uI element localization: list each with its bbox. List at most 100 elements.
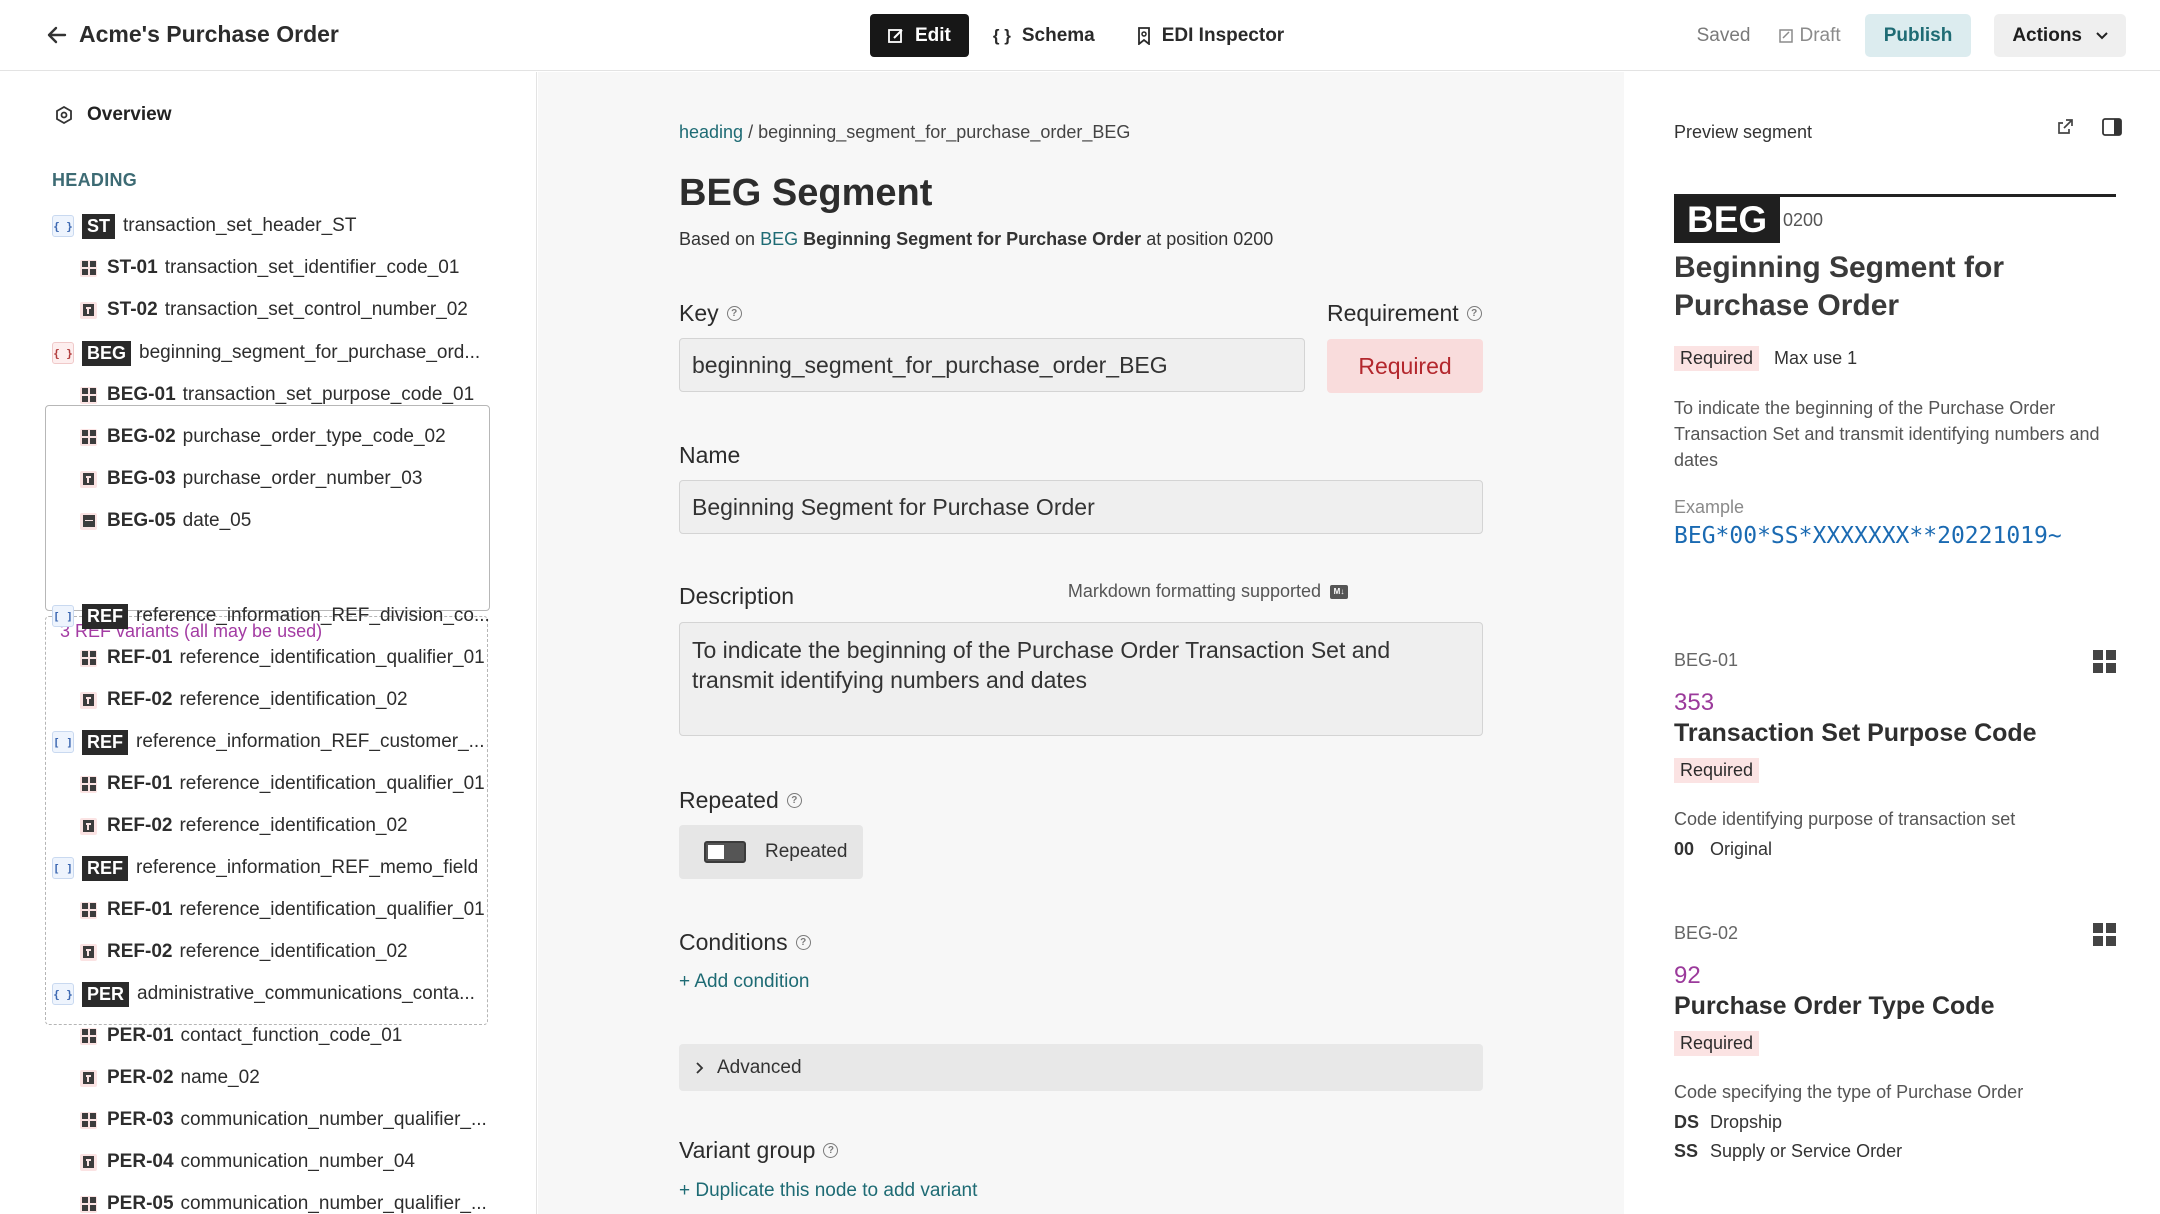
tree-row-label: reference_identification_qualifier_01 xyxy=(179,773,485,794)
description-textarea[interactable]: To indicate the beginning of the Purchas… xyxy=(679,622,1483,736)
tree-element-ref-01[interactable]: REF-01 reference_identification_qualifier… xyxy=(80,643,485,673)
help-icon[interactable]: ? xyxy=(726,306,742,321)
element-id: BEG-02 xyxy=(107,426,176,447)
tree-segment-st[interactable]: { } ST transaction_set_header_ST xyxy=(52,211,356,241)
tree-element-per-02[interactable]: PER-02 name_02 xyxy=(80,1063,260,1093)
advanced-section-toggle[interactable]: Advanced xyxy=(679,1044,1483,1091)
max-use-label: Max use 1 xyxy=(1774,348,1858,368)
tree-row-label: reference_information_REF_memo_field xyxy=(136,857,479,878)
tree-element-beg-01[interactable]: BEG-01 transaction_set_purpose_code_01 xyxy=(80,380,474,410)
tree-element-per-01[interactable]: PER-01 contact_function_code_01 xyxy=(80,1021,402,1051)
preview-element-beg-01: BEG-01 353 Transaction Set Purpose Code … xyxy=(1674,650,2116,859)
tree-element-ref-01[interactable]: REF-01 reference_identification_qualifier… xyxy=(80,769,485,799)
repeated-toggle[interactable]: Repeated xyxy=(679,825,863,879)
draft-indicator: Draft xyxy=(1778,24,1841,47)
tree-element-ref-01[interactable]: REF-01 reference_identification_qualifier… xyxy=(80,895,485,925)
actions-menu-button[interactable]: Actions xyxy=(1994,14,2126,57)
add-condition-link[interactable]: + Add condition xyxy=(679,971,809,993)
code-list-icon xyxy=(80,1111,97,1129)
tree-element-beg-05[interactable]: BEG-05 date_05 xyxy=(80,506,251,536)
segment-tag: REF xyxy=(82,729,128,755)
element-id: PER-01 xyxy=(107,1025,174,1046)
toggle-panel-icon[interactable] xyxy=(2102,118,2122,136)
requirement-label: Requirement ? xyxy=(1327,300,1482,327)
element-title: Purchase Order Type Code xyxy=(1674,992,1995,1020)
tab-edit-label: Edit xyxy=(915,24,951,46)
tree-row-label: reference_identification_02 xyxy=(179,815,408,836)
name-input[interactable]: Beginning Segment for Purchase Order xyxy=(679,480,1483,534)
help-icon[interactable]: ? xyxy=(823,1143,839,1158)
toggle-switch[interactable] xyxy=(704,841,746,863)
saved-status: Saved xyxy=(1696,24,1751,46)
brackets-icon: [ ] xyxy=(52,857,74,879)
element-id: PER-05 xyxy=(107,1193,174,1214)
tab-edit[interactable]: Edit xyxy=(870,14,969,57)
element-id: REF-02 xyxy=(107,941,173,962)
tree-loop-ref[interactable]: [ ] REF reference_information_REF_division… xyxy=(52,601,490,631)
tree-element-beg-02[interactable]: BEG-02 purchase_order_type_code_02 xyxy=(80,422,446,452)
breadcrumb-link-heading[interactable]: heading xyxy=(679,122,743,142)
help-icon[interactable]: ? xyxy=(1466,306,1482,321)
required-badge: Required xyxy=(1674,1031,1760,1056)
tree-row-label: transaction_set_identifier_code_01 xyxy=(164,257,460,278)
page-title: Acme's Purchase Order xyxy=(79,21,339,47)
code-list-icon xyxy=(80,386,97,404)
code-list-icon xyxy=(80,901,97,919)
required-badge: Required xyxy=(1674,346,1760,371)
tab-edi-inspector[interactable]: EDI Inspector xyxy=(1119,14,1302,57)
tree-row-label: reference_identification_02 xyxy=(179,689,408,710)
tree-row-label: name_02 xyxy=(180,1067,260,1088)
based-prefix: Based on xyxy=(679,229,756,249)
tree-row-label: transaction_set_header_ST xyxy=(123,215,357,236)
edit-icon xyxy=(888,28,904,44)
option-label: Original xyxy=(1710,839,1773,859)
tree-element-per-03[interactable]: PER-03 communication_number_qualifier_... xyxy=(80,1105,487,1135)
name-label: Name xyxy=(679,442,740,469)
external-link-icon[interactable] xyxy=(2057,118,2074,136)
tree-element-per-05[interactable]: PER-05 communication_number_qualifier_... xyxy=(80,1189,487,1214)
tree-row-label: reference_identification_qualifier_01 xyxy=(179,647,485,668)
key-label-text: Key xyxy=(679,300,719,326)
tree-element-beg-03[interactable]: BEG-03 purchase_order_number_03 xyxy=(80,464,422,494)
requirement-select[interactable]: Required xyxy=(1327,339,1483,393)
name-label-text: Name xyxy=(679,442,741,468)
tree-segment-beg[interactable]: { } BEG beginning_segment_for_purchase_ord… xyxy=(52,338,480,368)
overview-link[interactable]: Overview xyxy=(55,104,172,126)
help-icon[interactable]: ? xyxy=(786,793,802,808)
conditions-label: Conditions ? xyxy=(679,929,811,956)
description-label: Description xyxy=(679,583,794,610)
element-id: PER-02 xyxy=(107,1067,174,1088)
preview-label: Preview segment xyxy=(1674,122,1813,142)
element-id: ST-02 xyxy=(107,299,158,320)
option-code: DS xyxy=(1674,1112,1700,1132)
advanced-label: Advanced xyxy=(717,1056,802,1078)
tree-loop-ref[interactable]: [ ] REF reference_information_REF_customer… xyxy=(52,727,485,757)
key-input[interactable]: beginning_segment_for_purchase_order_BEG xyxy=(679,338,1305,392)
draft-label: Draft xyxy=(1799,24,1841,46)
based-code-link[interactable]: BEG xyxy=(760,229,798,249)
segment-title: BEG Segment xyxy=(679,172,933,214)
help-icon[interactable]: ? xyxy=(795,935,811,950)
tree-row-label: transaction_set_purpose_code_01 xyxy=(182,384,475,405)
tree-segment-per[interactable]: { } PER administrative_communications_cont… xyxy=(52,979,475,1009)
element-id: REF-01 xyxy=(107,773,173,794)
tree-element-ref-02[interactable]: REF-02 reference_identification_02 xyxy=(80,937,408,967)
tree-loop-ref[interactable]: [ ] REF reference_information_REF_memo_fie… xyxy=(52,853,478,883)
brackets-icon: [ ] xyxy=(52,731,74,753)
tree-element-st-01[interactable]: ST-01 transaction_set_identifier_code_01 xyxy=(80,253,459,283)
text-field-icon xyxy=(80,1153,97,1171)
tree-element-ref-02[interactable]: REF-02 reference_identification_02 xyxy=(80,685,408,715)
preview-segment-tag: BEG xyxy=(1674,196,1781,243)
publish-button[interactable]: Publish xyxy=(1864,14,1972,57)
tab-schema[interactable]: { } Schema xyxy=(975,14,1113,57)
preview-description: To indicate the beginning of the Purchas… xyxy=(1674,398,2100,470)
element-number[interactable]: 353 xyxy=(1674,689,2116,717)
tree-element-st-02[interactable]: ST-02 transaction_set_control_number_02 xyxy=(80,295,468,325)
markdown-note: Markdown formatting supported M↓ xyxy=(1068,581,1348,602)
duplicate-node-link[interactable]: + Duplicate this node to add variant xyxy=(679,1180,977,1202)
back-arrow-icon[interactable] xyxy=(44,22,70,48)
tree-element-per-04[interactable]: PER-04 communication_number_04 xyxy=(80,1147,415,1177)
element-number[interactable]: 92 xyxy=(1674,962,2116,990)
requirement-label-text: Requirement xyxy=(1327,300,1459,326)
tree-element-ref-02[interactable]: REF-02 reference_identification_02 xyxy=(80,811,408,841)
